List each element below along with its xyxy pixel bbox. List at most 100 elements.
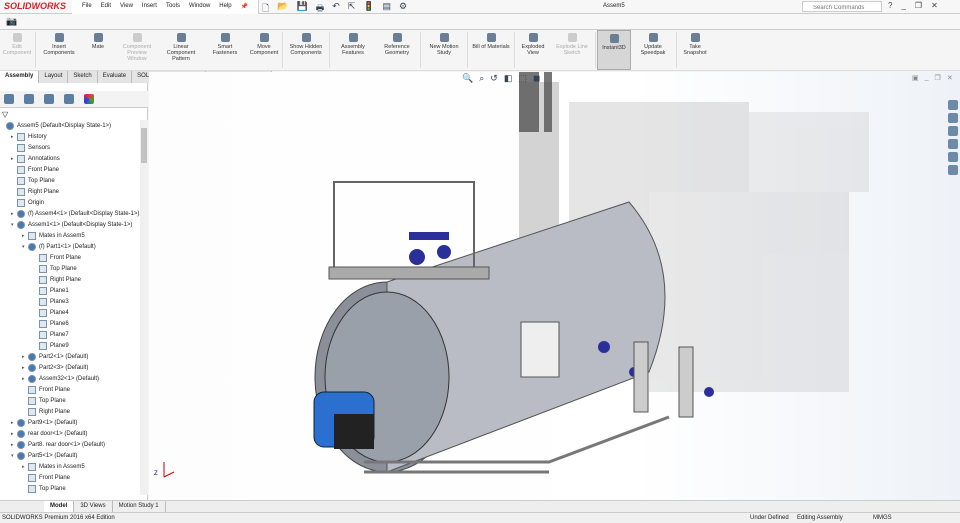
tree-item[interactable]: Plane6 bbox=[0, 318, 140, 329]
menu-view[interactable]: View bbox=[120, 3, 133, 11]
zoom-area-icon[interactable]: ⌕ bbox=[479, 73, 484, 84]
tree-item[interactable]: Front Plane bbox=[0, 472, 140, 483]
search-commands-input[interactable] bbox=[802, 1, 882, 12]
ribbon-component-preview-window[interactable]: Component Preview Window bbox=[115, 30, 159, 70]
ribbon-update-speedpak[interactable]: Update Speedpak bbox=[631, 30, 675, 70]
design-library-icon[interactable] bbox=[948, 113, 958, 123]
tree-item[interactable]: Right Plane bbox=[0, 274, 140, 285]
ribbon-smart-fasteners[interactable]: Smart Fasteners bbox=[203, 30, 247, 70]
tree-item[interactable]: Plane4 bbox=[0, 307, 140, 318]
tree-item[interactable]: ▸ Mates in Assem5 bbox=[0, 230, 140, 241]
tree-item[interactable]: Top Plane bbox=[0, 483, 140, 494]
tree-item[interactable]: ▸ Annotations bbox=[0, 153, 140, 164]
ribbon-insert-components[interactable]: Insert Components bbox=[37, 30, 81, 70]
menu-file[interactable]: File bbox=[82, 3, 92, 11]
view-palette-icon[interactable] bbox=[948, 139, 958, 149]
tree-item[interactable]: ▸ Mates in Assem5 bbox=[0, 461, 140, 472]
vp-close-icon[interactable]: ✕ bbox=[947, 74, 953, 82]
units-selector[interactable]: MMGS bbox=[873, 515, 892, 521]
tree-item[interactable]: Plane1 bbox=[0, 285, 140, 296]
filter-icon[interactable]: ▽ bbox=[2, 110, 8, 119]
tree-item[interactable]: Right Plane bbox=[0, 406, 140, 417]
tree-item[interactable]: Front Plane bbox=[0, 384, 140, 395]
ribbon-exploded-view[interactable]: Exploded View bbox=[516, 30, 550, 70]
tree-scrollbar[interactable] bbox=[140, 120, 148, 495]
restore-icon[interactable]: ❐ bbox=[915, 1, 922, 10]
display-style-icon[interactable]: ◼ bbox=[533, 73, 540, 84]
zoom-to-fit-icon[interactable]: 🔍 bbox=[462, 73, 473, 84]
resources-icon[interactable] bbox=[948, 100, 958, 110]
vp-minimize-icon[interactable]: _ bbox=[925, 74, 929, 82]
ribbon-new-motion-study[interactable]: New Motion Study bbox=[422, 30, 466, 70]
tree-item[interactable]: Plane3 bbox=[0, 296, 140, 307]
dimxpert-tab-icon[interactable] bbox=[64, 94, 74, 104]
tree-item[interactable]: Right Plane bbox=[0, 186, 140, 197]
feature-manager-tab-icon[interactable] bbox=[4, 94, 14, 104]
view-orientation-icon[interactable]: ⬚ bbox=[518, 73, 527, 84]
section-view-icon[interactable]: ◧ bbox=[504, 73, 513, 84]
menu-insert[interactable]: Insert bbox=[142, 3, 157, 11]
configuration-manager-tab-icon[interactable] bbox=[44, 94, 54, 104]
help-icon[interactable]: ? bbox=[888, 1, 892, 10]
ribbon-explode-line-sketch[interactable]: Explode Line Sketch bbox=[550, 30, 594, 70]
menu-tools[interactable]: Tools bbox=[166, 3, 180, 11]
property-manager-tab-icon[interactable] bbox=[24, 94, 34, 104]
ribbon-take-snapshot[interactable]: Take Snapshot bbox=[678, 30, 712, 70]
tree-item[interactable]: Top Plane bbox=[0, 175, 140, 186]
custom-properties-icon[interactable] bbox=[948, 165, 958, 175]
ribbon-bill-of-materials[interactable]: Bill of Materials bbox=[469, 30, 513, 70]
menu-edit[interactable]: Edit bbox=[101, 3, 111, 11]
camera-icon[interactable]: 📷 bbox=[6, 16, 17, 27]
ribbon-move-component[interactable]: Move Component bbox=[247, 30, 281, 70]
tree-item[interactable]: ▾ Part5<1> (Default) bbox=[0, 450, 140, 461]
tree-item[interactable]: ▸ rear door<1> (Default) bbox=[0, 428, 140, 439]
file-explorer-icon[interactable] bbox=[948, 126, 958, 136]
ribbon-assembly-features[interactable]: Assembly Features bbox=[331, 30, 375, 70]
editing-mode: Editing Assembly bbox=[797, 515, 843, 521]
tree-item[interactable]: ▾ (f) Part1<1> (Default) bbox=[0, 241, 140, 252]
appearances-icon[interactable] bbox=[948, 152, 958, 162]
ribbon-linear-component-pattern[interactable]: Linear Component Pattern bbox=[159, 30, 203, 70]
tree-item[interactable]: ▸ Part9<1> (Default) bbox=[0, 417, 140, 428]
ribbon-instant3d[interactable]: Instant3D bbox=[597, 30, 631, 70]
tree-item[interactable]: Front Plane bbox=[0, 164, 140, 175]
previous-view-icon[interactable]: ↺ bbox=[490, 73, 498, 84]
display-manager-tab-icon[interactable] bbox=[84, 94, 94, 104]
tree-item[interactable]: Sensors bbox=[0, 142, 140, 153]
tree-item[interactable]: Front Plane bbox=[0, 252, 140, 263]
close-icon[interactable]: ✕ bbox=[931, 1, 938, 10]
menu-help[interactable]: Help bbox=[219, 3, 231, 11]
minimize-icon[interactable]: _ bbox=[901, 1, 905, 10]
tree-item[interactable]: ▸ Part2<3> (Default) bbox=[0, 362, 140, 373]
scrollbar-thumb[interactable] bbox=[141, 128, 147, 163]
tab-3d-views[interactable]: 3D Views bbox=[74, 501, 113, 512]
tree-item[interactable]: Plane9 bbox=[0, 340, 140, 351]
tab-model[interactable]: Model bbox=[44, 501, 75, 512]
tab-sketch[interactable]: Sketch bbox=[68, 71, 98, 83]
graphics-area[interactable]: Z bbox=[149, 72, 960, 500]
solidworks-logo[interactable]: SOLIDWORKS bbox=[4, 1, 66, 11]
pin-icon[interactable]: 📌 bbox=[241, 3, 248, 11]
tree-item[interactable]: ▸ Assem32<1> (Default) bbox=[0, 373, 140, 384]
tree-item[interactable]: ▸ Part8. rear door<1> (Default) bbox=[0, 439, 140, 450]
tab-assembly[interactable]: Assembly bbox=[0, 71, 40, 83]
ribbon-show-hidden-components[interactable]: Show Hidden Components bbox=[284, 30, 328, 70]
ribbon-edit-component[interactable]: Edit Component bbox=[0, 30, 34, 70]
tab-evaluate[interactable]: Evaluate bbox=[97, 71, 133, 83]
tree-item[interactable]: ▸ History bbox=[0, 131, 140, 142]
split-icon[interactable]: ▣ bbox=[912, 74, 919, 82]
ribbon-mate[interactable]: Mate bbox=[81, 30, 115, 70]
menu-window[interactable]: Window bbox=[189, 3, 210, 11]
tab-motion-study[interactable]: Motion Study 1 bbox=[113, 501, 166, 512]
tree-item[interactable]: ▸ (f) Assem4<1> (Default<Display State-1>… bbox=[0, 208, 140, 219]
ribbon-reference-geometry[interactable]: Reference Geometry bbox=[375, 30, 419, 70]
tab-layout[interactable]: Layout bbox=[39, 71, 69, 83]
vp-restore-icon[interactable]: ❐ bbox=[935, 74, 941, 82]
tree-item[interactable]: ▾ Assem1<1> (Default<Display State-1>) bbox=[0, 219, 140, 230]
tree-item[interactable]: Origin bbox=[0, 197, 140, 208]
tree-item[interactable]: ▸ Part2<1> (Default) bbox=[0, 351, 140, 362]
tree-item[interactable]: Plane7 bbox=[0, 329, 140, 340]
tree-item[interactable]: Assem5 (Default<Display State-1>) bbox=[0, 120, 140, 131]
tree-item[interactable]: Top Plane bbox=[0, 263, 140, 274]
tree-item[interactable]: Top Plane bbox=[0, 395, 140, 406]
